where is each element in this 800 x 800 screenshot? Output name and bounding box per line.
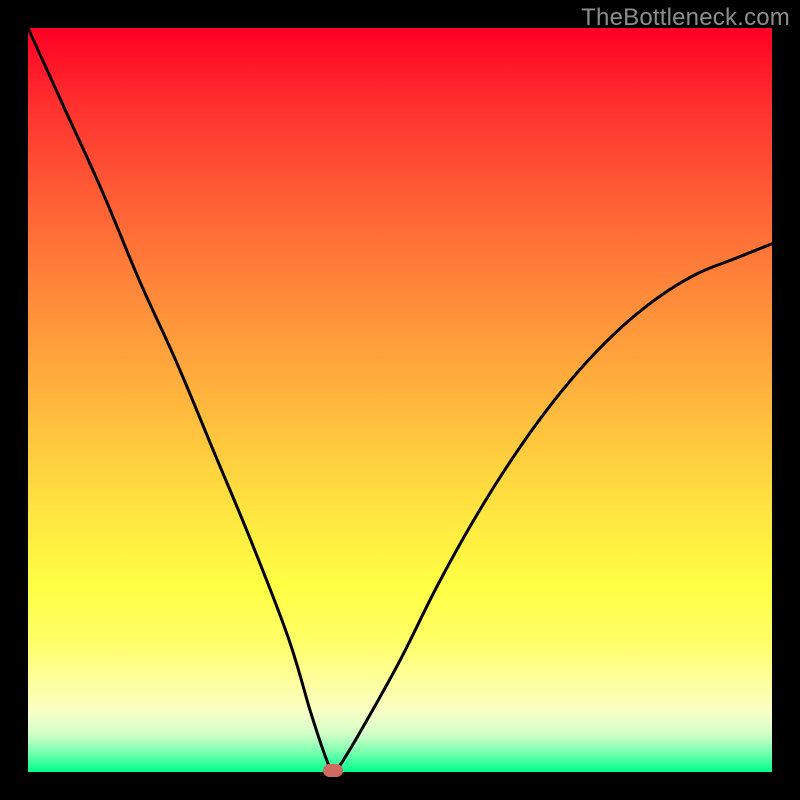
watermark-text: TheBottleneck.com (581, 4, 790, 32)
optimum-marker (323, 764, 343, 777)
bottleneck-curve (28, 28, 772, 772)
chart-frame: TheBottleneck.com (0, 0, 800, 800)
plot-area (28, 28, 772, 772)
